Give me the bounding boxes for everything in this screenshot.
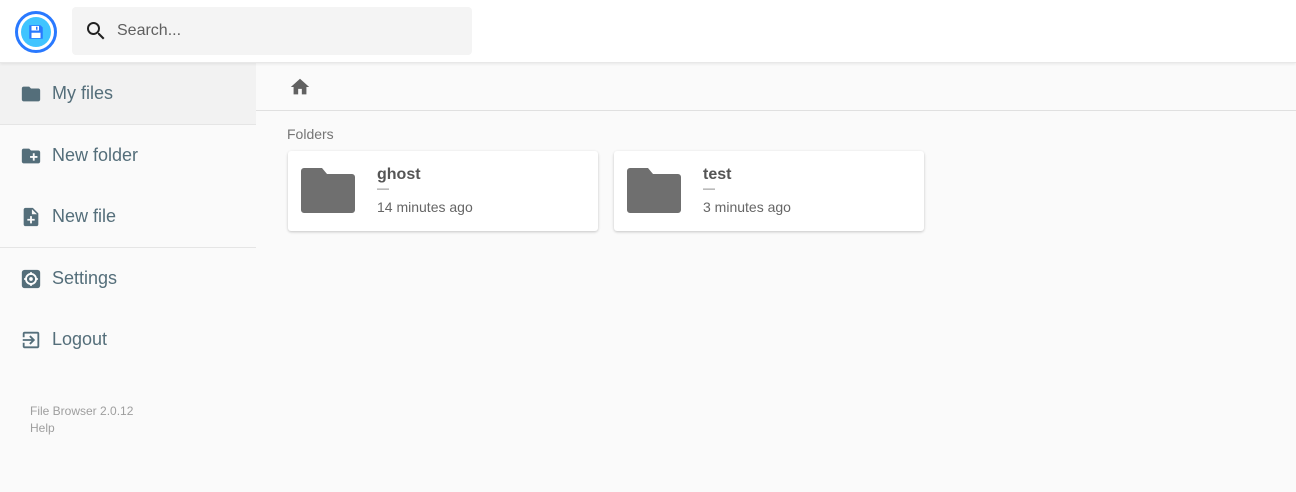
floppy-disk-icon bbox=[21, 17, 51, 47]
sidebar-item-label: My files bbox=[52, 83, 114, 103]
folder-card-test[interactable]: test — 3 minutes ago bbox=[614, 151, 924, 231]
folder-modified: 3 minutes ago bbox=[703, 199, 791, 215]
create-new-folder-icon bbox=[20, 145, 42, 167]
search-box[interactable] bbox=[72, 7, 472, 55]
sidebar-item-logout[interactable]: Logout bbox=[0, 309, 256, 370]
sidebar-item-label: Settings bbox=[52, 268, 118, 288]
sidebar-footer: File Browser 2.0.12 Help bbox=[30, 403, 133, 437]
home-icon[interactable] bbox=[289, 76, 311, 98]
search-input[interactable] bbox=[115, 21, 459, 41]
folder-card-ghost[interactable]: ghost — 14 minutes ago bbox=[288, 151, 598, 231]
sidebar-item-new-folder[interactable]: New folder bbox=[0, 125, 256, 186]
folder-icon bbox=[300, 165, 356, 215]
sidebar: My files New folder New file Settings Lo… bbox=[0, 63, 256, 492]
folder-icon bbox=[20, 83, 42, 105]
sidebar-item-settings[interactable]: Settings bbox=[0, 248, 256, 309]
folder-icon bbox=[626, 165, 682, 215]
sidebar-item-new-file[interactable]: New file bbox=[0, 186, 256, 247]
version-text: File Browser 2.0.12 bbox=[30, 404, 134, 418]
folder-size: — bbox=[377, 181, 389, 195]
sidebar-item-label: New file bbox=[52, 206, 117, 226]
breadcrumb bbox=[256, 63, 1296, 111]
main-content: Folders ghost — 14 minutes ago test — 3 … bbox=[256, 63, 1296, 492]
app-logo[interactable] bbox=[15, 11, 57, 53]
exit-icon bbox=[20, 329, 42, 351]
folder-modified: 14 minutes ago bbox=[377, 199, 473, 215]
help-link[interactable]: Help bbox=[30, 420, 133, 437]
note-add-icon bbox=[20, 206, 42, 228]
search-icon[interactable] bbox=[84, 19, 108, 43]
sidebar-item-label: Logout bbox=[52, 329, 108, 349]
settings-icon bbox=[20, 268, 42, 290]
top-header bbox=[0, 0, 1296, 63]
section-title: Folders bbox=[287, 126, 334, 142]
sidebar-item-label: New folder bbox=[52, 145, 139, 165]
folder-size: — bbox=[703, 181, 715, 195]
sidebar-item-my-files[interactable]: My files bbox=[0, 63, 256, 124]
